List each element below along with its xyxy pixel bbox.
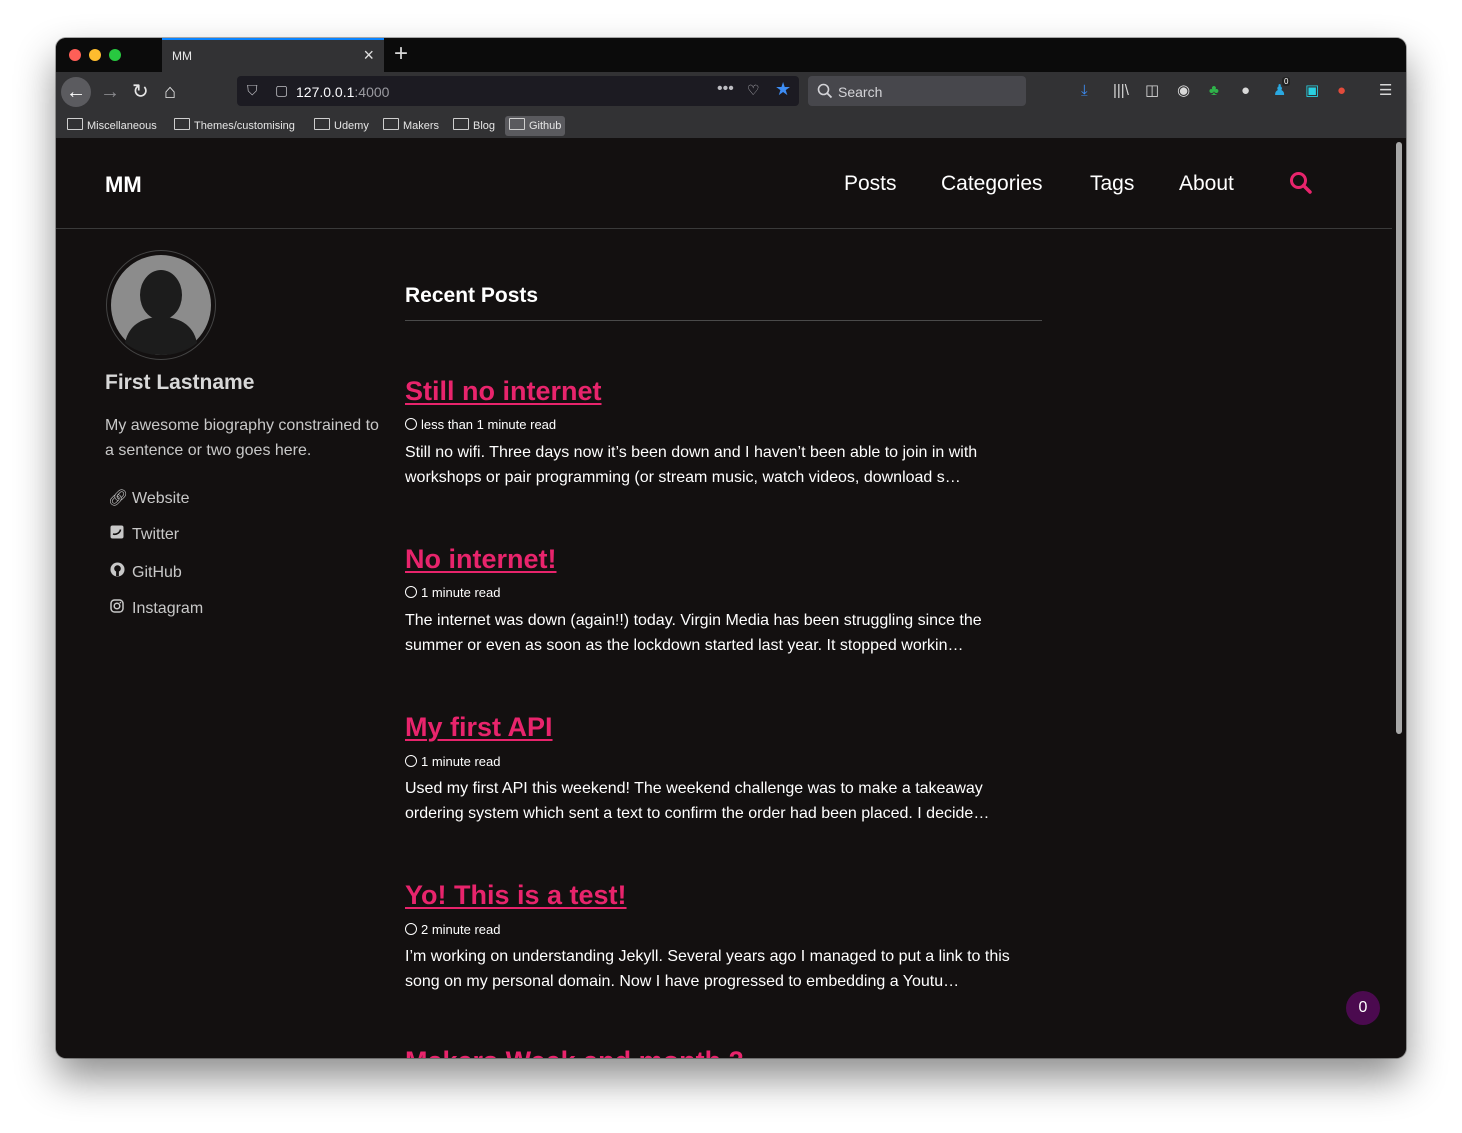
author-name: First Lastname: [105, 371, 255, 394]
close-window-button[interactable]: [69, 49, 81, 61]
pinterest-icon[interactable]: ●: [1337, 82, 1346, 100]
bookmark-star-icon[interactable]: ★: [775, 79, 791, 100]
reload-icon[interactable]: ↻: [132, 82, 149, 102]
clock-icon: [405, 923, 417, 935]
folder-icon: [383, 118, 399, 130]
folder-icon: [67, 118, 83, 130]
author-link-twitter[interactable]: Twitter: [108, 525, 179, 544]
post-title-link[interactable]: No internet!: [405, 544, 557, 575]
post-excerpt: I’m working on understanding Jekyll. Sev…: [405, 948, 1010, 990]
sidebar-icon[interactable]: ◫: [1145, 82, 1159, 100]
clock-icon: [405, 418, 417, 430]
avatar: [106, 250, 216, 360]
evernote-icon[interactable]: ♣: [1209, 82, 1219, 100]
bookmark-themes-customising[interactable]: Themes/customising: [174, 116, 295, 136]
browser-window: MM × + ← → ↻ ⌂ ⛉ ▢ 127.0.0.1:4000 ••• ♡ …: [56, 38, 1406, 1058]
bookmark-udemy[interactable]: Udemy: [314, 116, 369, 136]
menu-icon[interactable]: ☰: [1379, 82, 1392, 100]
nav-posts[interactable]: Posts: [844, 172, 897, 196]
github-icon: [108, 562, 126, 582]
post-excerpt: The internet was down (again!!) today. V…: [405, 612, 982, 654]
site-search-icon[interactable]: [1289, 171, 1313, 195]
back-button[interactable]: ←: [61, 77, 91, 107]
save-icon[interactable]: ▣: [1305, 82, 1319, 100]
post-title-link-partial[interactable]: Makers Week and month 2: [405, 1046, 744, 1058]
url-bar[interactable]: ⛉ ▢ 127.0.0.1:4000 ••• ♡ ★: [237, 76, 799, 106]
author-bio: My awesome biography constrained to a se…: [105, 417, 379, 459]
search-bar[interactable]: Search: [808, 76, 1026, 106]
extension-badge: 0: [1282, 77, 1291, 86]
page-icon: ▢: [275, 82, 289, 98]
tab-active[interactable]: MM ×: [162, 38, 384, 72]
web-page: MM Posts Categories Tags About First Las…: [56, 138, 1392, 1058]
clock-icon: [405, 586, 417, 598]
tab-close-icon[interactable]: ×: [363, 45, 374, 66]
post-read-time: 2 minute read: [405, 922, 501, 937]
author-link-instagram[interactable]: Instagram: [108, 599, 203, 618]
author-link-github[interactable]: GitHub: [108, 562, 182, 582]
avatar-silhouette-icon: [111, 255, 211, 355]
navigation-toolbar: ← → ↻ ⌂ ⛉ ▢ 127.0.0.1:4000 ••• ♡ ★ Searc…: [56, 72, 1406, 112]
forward-icon[interactable]: →: [100, 82, 120, 102]
post-title-link[interactable]: Yo! This is a test!: [405, 880, 627, 911]
author-link-website[interactable]: 🔗︎ Website: [108, 488, 190, 508]
scrollbar-thumb[interactable]: [1396, 142, 1402, 734]
site-title[interactable]: MM: [105, 172, 142, 198]
folder-icon: [174, 118, 190, 130]
nav-about[interactable]: About: [1179, 172, 1234, 196]
folder-icon: [453, 118, 469, 130]
folder-icon: [509, 118, 525, 130]
instagram-icon: [108, 599, 126, 618]
search-placeholder: Search: [838, 84, 883, 100]
post-read-time: 1 minute read: [405, 585, 501, 600]
post-title-link[interactable]: Still no internet: [405, 376, 602, 407]
downloads-icon[interactable]: ⤓: [1081, 82, 1088, 100]
url-text[interactable]: 127.0.0.1:4000: [296, 84, 389, 100]
home-icon[interactable]: ⌂: [164, 82, 176, 102]
site-masthead: MM Posts Categories Tags About: [56, 138, 1392, 229]
twitter-icon: [108, 525, 126, 544]
bookmark-makers[interactable]: Makers: [383, 116, 439, 136]
bookmark-github[interactable]: Github: [505, 116, 566, 136]
heading-divider: [405, 320, 1042, 321]
bookmark-miscellaneous[interactable]: Miscellaneous: [67, 116, 157, 136]
nav-tags[interactable]: Tags: [1090, 172, 1134, 196]
new-tab-icon[interactable]: +: [394, 40, 408, 68]
tab-bar: MM × +: [56, 38, 1406, 72]
link-icon: 🔗︎: [108, 490, 129, 507]
pocket-icon[interactable]: ♡: [747, 82, 760, 99]
post-excerpt: Used my first API this weekend! The week…: [405, 780, 990, 822]
minimize-window-button[interactable]: [89, 49, 101, 61]
bookmarks-toolbar: Miscellaneous Themes/customising Udemy M…: [56, 112, 1406, 138]
password-manager-icon[interactable]: ●: [1241, 82, 1250, 100]
post-read-time: less than 1 minute read: [405, 417, 556, 432]
library-icon[interactable]: |||\: [1113, 82, 1129, 100]
search-icon: [817, 83, 833, 99]
more-actions-icon[interactable]: •••: [717, 80, 734, 98]
post-read-time: 1 minute read: [405, 754, 501, 769]
page-scrollbar[interactable]: [1392, 138, 1406, 1058]
account-icon[interactable]: ◉: [1177, 82, 1190, 100]
bookmark-blog[interactable]: Blog: [453, 116, 495, 136]
tab-title: MM: [172, 49, 192, 63]
recent-posts-heading: Recent Posts: [405, 284, 539, 307]
zoom-window-button[interactable]: [109, 49, 121, 61]
folder-icon: [314, 118, 330, 130]
floating-counter-badge[interactable]: 0: [1346, 991, 1380, 1025]
nav-categories[interactable]: Categories: [941, 172, 1043, 196]
clock-icon: [405, 755, 417, 767]
post-title-link[interactable]: My first API: [405, 712, 553, 743]
post-excerpt: Still no wifi. Three days now it’s been …: [405, 444, 978, 486]
shield-icon[interactable]: ⛉: [247, 82, 258, 99]
